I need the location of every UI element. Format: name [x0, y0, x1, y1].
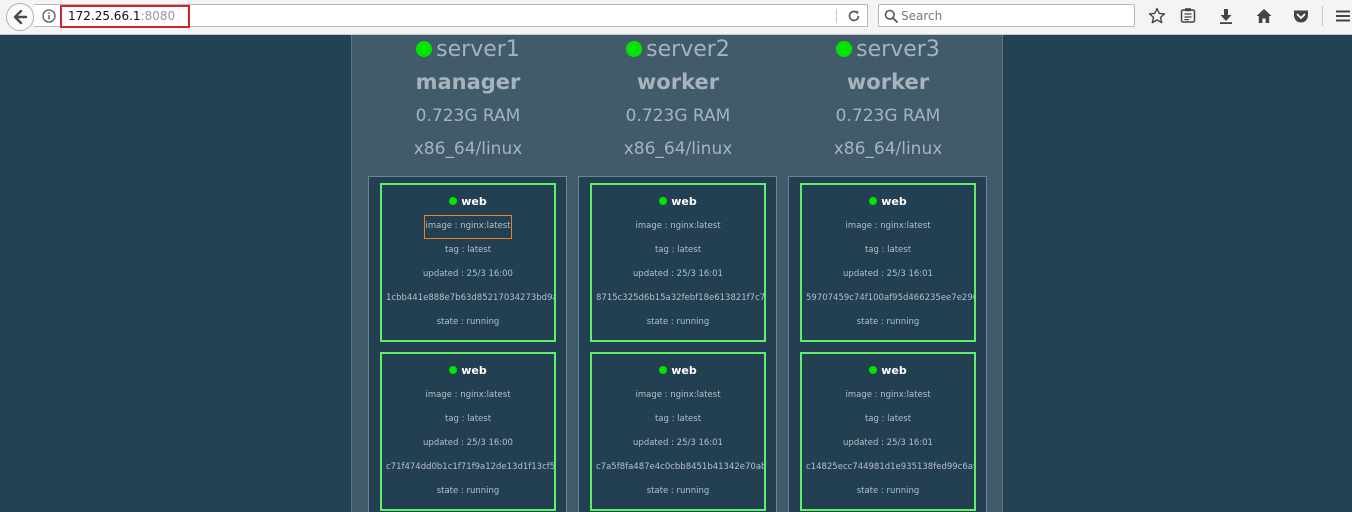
reading-list-icon[interactable]: [1178, 6, 1198, 26]
node-role: manager: [415, 70, 521, 94]
task-title: web: [382, 195, 554, 209]
task-state: state : running: [646, 486, 710, 496]
task-card[interactable]: web image : nginx:latest tag : latest up…: [380, 183, 556, 342]
task-title: web: [592, 364, 764, 378]
status-dot-icon: [416, 41, 433, 57]
url-host: 172.25.66.1: [68, 9, 141, 23]
node-name: server3: [783, 37, 993, 63]
task-tag: tag : latest: [864, 414, 912, 424]
task-state: state : running: [856, 317, 920, 327]
download-icon[interactable]: [1216, 6, 1236, 26]
task-title: web: [592, 195, 764, 209]
task-state: state : running: [436, 486, 500, 496]
task-updated: updated : 25/3 16:00: [423, 269, 513, 279]
task-updated: updated : 25/3 16:01: [633, 269, 723, 279]
status-dot-icon: [449, 197, 458, 205]
task-id: 1cbb441e888e7b63d85217034273bd9a25: [386, 293, 556, 303]
node-name: server2: [573, 37, 783, 63]
task-updated: updated : 25/3 16:01: [843, 438, 933, 448]
task-tag: tag : latest: [444, 245, 492, 255]
search-bar[interactable]: [878, 4, 1135, 27]
task-image: image : nginx:latest: [425, 390, 511, 400]
node-role: worker: [636, 70, 720, 94]
node-arch: x86_64/linux: [623, 139, 733, 159]
visualizer-board: server1 manager 0.723G RAM x86_64/linux …: [351, 35, 1003, 512]
task-card[interactable]: web image : nginx:latest tag : latest up…: [590, 183, 766, 342]
node-arch: x86_64/linux: [833, 139, 943, 159]
search-input[interactable]: [901, 7, 1129, 25]
url-port: :8080: [140, 9, 176, 23]
task-tag: tag : latest: [444, 414, 492, 424]
node-column-server3: web image : nginx:latest tag : latest up…: [788, 176, 987, 512]
task-image: image : nginx:latest: [425, 221, 511, 231]
task-title: web: [382, 364, 554, 378]
node-column-server2: web image : nginx:latest tag : latest up…: [578, 176, 777, 512]
task-image: image : nginx:latest: [635, 390, 721, 400]
task-card[interactable]: web image : nginx:latest tag : latest up…: [800, 352, 976, 511]
status-dot-icon: [659, 366, 668, 374]
status-dot-icon: [449, 366, 458, 374]
node-arch: x86_64/linux: [413, 139, 523, 159]
node-column-server1: web image : nginx:latest tag : latest up…: [368, 176, 567, 512]
task-image: image : nginx:latest: [845, 390, 931, 400]
toolbar-divider: [1322, 6, 1323, 26]
node-ram: 0.723G RAM: [415, 106, 521, 126]
task-id: 59707459c74f100af95d466235ee7e29033: [806, 293, 976, 303]
task-title: web: [802, 195, 974, 209]
browser-toolbar: 172.25.66.1:8080: [0, 0, 1352, 35]
task-updated: updated : 25/3 16:00: [423, 438, 513, 448]
reload-icon[interactable]: [846, 8, 862, 24]
status-dot-icon: [626, 41, 643, 57]
url-text[interactable]: 172.25.66.1:8080: [68, 9, 175, 23]
task-tag: tag : latest: [654, 414, 702, 424]
status-dot-icon: [659, 197, 668, 205]
node-ram: 0.723G RAM: [835, 106, 941, 126]
task-id: c7a5f8fa487e4c0cbb8451b41342e70abaC: [596, 462, 766, 472]
status-dot-icon: [836, 41, 853, 57]
task-tag: tag : latest: [864, 245, 912, 255]
task-id: c14825ecc744981d1e935138fed99c6af89: [806, 462, 976, 472]
task-id: 8715c325d6b15a32febf18e613821f7c725: [596, 293, 766, 303]
home-icon[interactable]: [1254, 6, 1274, 26]
task-image: image : nginx:latest: [635, 221, 721, 231]
task-card[interactable]: web image : nginx:latest tag : latest up…: [380, 352, 556, 511]
info-icon[interactable]: [42, 9, 56, 23]
node-role: worker: [846, 70, 930, 94]
status-dot-icon: [869, 197, 878, 205]
back-button[interactable]: [6, 3, 34, 31]
task-id: c71f474dd0b1c1f71f9a12de13d1f13cf51b: [386, 462, 556, 472]
task-card[interactable]: web image : nginx:latest tag : latest up…: [590, 352, 766, 511]
url-bar[interactable]: 172.25.66.1:8080: [34, 4, 868, 28]
search-icon: [884, 9, 898, 23]
task-title: web: [802, 364, 974, 378]
menu-icon[interactable]: [1333, 6, 1352, 26]
pocket-icon[interactable]: [1291, 6, 1311, 26]
task-card[interactable]: web image : nginx:latest tag : latest up…: [800, 183, 976, 342]
task-updated: updated : 25/3 16:01: [843, 269, 933, 279]
node-ram: 0.723G RAM: [625, 106, 731, 126]
url-separator: [836, 9, 837, 23]
node-name: server1: [363, 37, 573, 63]
task-tag: tag : latest: [654, 245, 702, 255]
arrow-left-icon: [13, 9, 28, 25]
task-state: state : running: [856, 486, 920, 496]
status-dot-icon: [869, 366, 878, 374]
task-state: state : running: [646, 317, 710, 327]
task-image: image : nginx:latest: [845, 221, 931, 231]
task-state: state : running: [436, 317, 500, 327]
bookmark-star-icon[interactable]: [1147, 6, 1167, 26]
task-updated: updated : 25/3 16:01: [633, 438, 723, 448]
